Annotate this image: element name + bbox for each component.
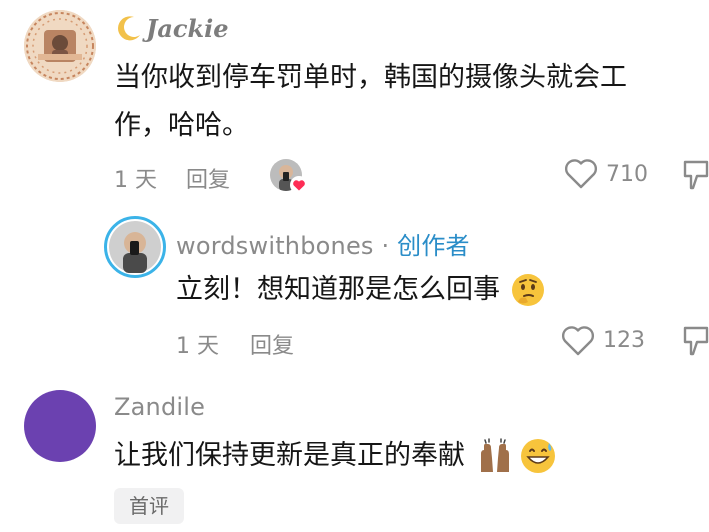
comment-1-time: 1 天 [114,168,157,193]
first-comment-tag: 首评 [114,488,184,524]
like-heart-icon[interactable] [563,157,599,191]
comment-1-text-line2: 作，哈哈。 [114,110,249,141]
crescent-moon-icon [114,13,144,43]
username-jackie: Jackie [146,13,229,43]
comment-2-time: 1 天 [176,334,219,359]
comment-1-username[interactable]: Jackie [114,10,229,46]
heart-badge-icon [290,176,308,194]
comment-3-text: 让我们保持更新是真正的奉献 [114,440,465,471]
comment-2-text: 立刻！想知道那是怎么回事 [176,274,500,305]
avatar-wordswithbones[interactable] [104,216,166,278]
comment-2-reply-button[interactable]: 回复 [250,328,294,360]
comments-panel: Jackie 当你收到停车罚单时，韩国的摄像头就会工 作，哈哈。 1 天 回复 … [0,0,709,532]
thinking-face-icon [510,272,546,308]
avatar-zandile[interactable] [24,390,96,462]
dislike-icon[interactable] [683,324,709,358]
grinning-sweat-icon [519,437,557,475]
username-zandile[interactable]: Zandile [114,393,205,421]
comment-2-username[interactable]: wordswithbones · 创作者 [176,226,470,261]
comment-1-text-line1: 当你收到停车罚单时，韩国的摄像头就会工 [114,62,627,93]
comment-2-text-row: 立刻！想知道那是怎么回事 [176,268,546,312]
creator-badge: 创作者 [397,232,470,260]
raising-hands-icon [475,436,515,476]
comment-1-like-count: 710 [606,162,648,187]
like-heart-icon[interactable] [560,324,596,358]
comment-2-like-count: 123 [603,328,645,353]
avatar-jackie[interactable] [24,10,96,82]
dislike-icon[interactable] [683,158,709,192]
username-separator: · [373,232,398,260]
username-wordswithbones: wordswithbones [176,232,374,260]
comment-3-text-row: 让我们保持更新是真正的奉献 [114,434,557,478]
comment-1-reply-button[interactable]: 回复 [186,162,230,194]
